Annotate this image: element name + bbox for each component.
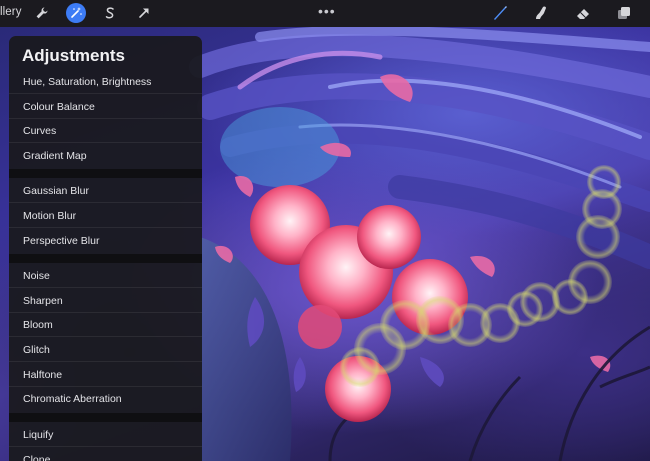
menu-item-sharpen[interactable]: Sharpen [9, 289, 202, 313]
arrow-cursor-icon [139, 8, 149, 18]
brush-icon [494, 6, 507, 20]
smudge-icon [536, 6, 546, 19]
layers-icon [618, 7, 630, 19]
selection-button[interactable] [100, 3, 120, 23]
panel-title: Adjustments [22, 46, 125, 65]
adjustments-panel: Adjustments Hue, Saturation, Brightness … [9, 36, 202, 461]
smudge-tool-button[interactable] [531, 3, 551, 23]
group-separator [9, 413, 202, 422]
menu-item-noise[interactable]: Noise [9, 264, 202, 288]
menu-item-hue-saturation-brightness[interactable]: Hue, Saturation, Brightness [9, 70, 202, 94]
transform-button[interactable] [134, 3, 154, 23]
layers-button[interactable] [614, 3, 634, 23]
menu-item-gaussian-blur[interactable]: Gaussian Blur [9, 179, 202, 203]
menu-item-curves[interactable]: Curves [9, 119, 202, 143]
menu-item-chromatic-aberration[interactable]: Chromatic Aberration [9, 387, 202, 411]
menu-item-halftone[interactable]: Halftone [9, 363, 202, 387]
menu-item-glitch[interactable]: Glitch [9, 338, 202, 362]
menu-item-liquify[interactable]: Liquify [9, 423, 202, 447]
menu-item-bloom[interactable]: Bloom [9, 313, 202, 337]
menu-item-colour-balance[interactable]: Colour Balance [9, 95, 202, 119]
paint-tool-button[interactable] [490, 3, 510, 23]
eraser-tool-button[interactable] [573, 3, 593, 23]
more-options-button[interactable]: ••• [318, 3, 336, 19]
wrench-icon [36, 7, 48, 19]
menu-item-gradient-map[interactable]: Gradient Map [9, 144, 202, 168]
actions-button[interactable] [32, 3, 52, 23]
adjustments-button[interactable] [66, 3, 86, 23]
selection-s-icon [105, 7, 114, 19]
menu-item-motion-blur[interactable]: Motion Blur [9, 204, 202, 228]
group-separator [9, 169, 202, 178]
menu-item-clone[interactable]: Clone [9, 448, 202, 461]
group-separator [9, 254, 202, 263]
magic-wand-icon [71, 7, 82, 18]
eraser-icon [577, 9, 589, 19]
menu-item-perspective-blur[interactable]: Perspective Blur [9, 229, 202, 253]
top-toolbar: llery ••• [0, 0, 650, 27]
gallery-button[interactable]: llery [0, 6, 22, 18]
